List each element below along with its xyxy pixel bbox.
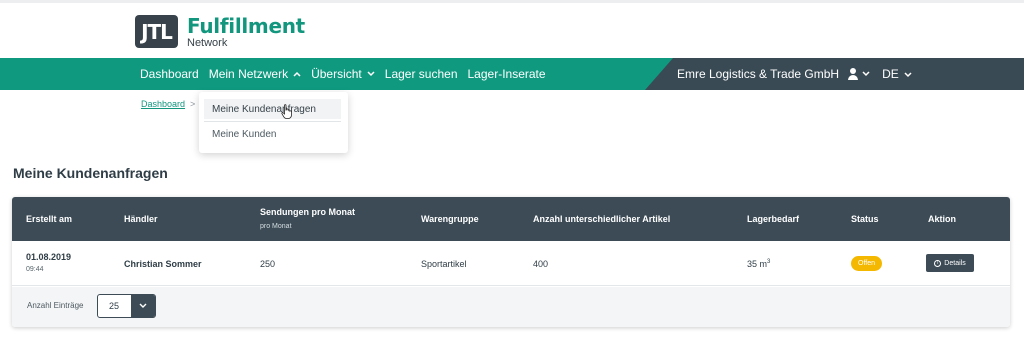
nav-item-mein-netzwerk[interactable]: Mein Netzwerk (209, 67, 301, 81)
column-header-shipments: Sendungen pro Monat (260, 207, 355, 217)
cell-shipments: 250 (260, 259, 276, 269)
cell-articles: 400 (533, 259, 549, 269)
column-header-storage: Lagerbedarf (747, 214, 800, 224)
dropdown-item-kunden[interactable]: Meine Kunden (204, 124, 341, 144)
brand-logo[interactable]: JTL Fulfillment Network (135, 15, 305, 49)
nav-item-label: Dashboard (140, 67, 199, 81)
breadcrumb-home[interactable]: Dashboard (141, 99, 185, 109)
details-button-label: Details (944, 259, 966, 267)
jtl-logo-mark: JTL (135, 15, 178, 48)
mein-netzwerk-dropdown: Meine Kundenanfragen Meine Kunden (199, 92, 348, 153)
nav-item-label: Lager suchen (384, 67, 458, 81)
chevron-down-icon[interactable] (904, 67, 912, 81)
user-icon[interactable] (847, 68, 859, 80)
logo-text: Fulfillment Network (187, 15, 305, 49)
nav-item-label: Übersicht (311, 67, 362, 81)
cell-storage: 35 m3 (747, 259, 770, 269)
storage-value: 35 m (747, 259, 768, 269)
dropdown-item-kundenanfragen[interactable]: Meine Kundenanfragen (204, 99, 341, 119)
cell-date: 01.08.2019 (26, 252, 72, 262)
cell-dealer: Christian Sommer (124, 259, 202, 269)
column-header-action: Aktion (928, 214, 956, 224)
company-name[interactable]: Emre Logistics & Trade GmbH (677, 67, 839, 81)
table-header: Erstellt am Händler Sendungen pro Monat … (12, 197, 1010, 241)
breadcrumb: Dashboard > M (141, 99, 208, 109)
nav-item-lager-inserate[interactable]: Lager-Inserate (468, 67, 546, 81)
column-header-category: Warengruppe (421, 214, 479, 224)
nav-item-dashboard[interactable]: Dashboard (140, 67, 199, 81)
column-header-shipments-sub: pro Monat (260, 223, 292, 230)
account-nav: Emre Logistics & Trade GmbH DE (677, 58, 912, 90)
info-icon: i (934, 259, 942, 267)
column-header-articles: Anzahl unterschiedlicher Artikel (533, 214, 671, 224)
details-button[interactable]: i Details (926, 254, 974, 272)
cell-time: 09:44 (26, 266, 44, 273)
logo-subtitle: Network (187, 37, 228, 49)
nav-item-lager-suchen[interactable]: Lager suchen (385, 67, 458, 81)
entries-label: Anzahl Einträge (27, 301, 84, 310)
status-badge: Offen (851, 256, 882, 271)
logo-title: Fulfillment (187, 14, 305, 38)
breadcrumb-separator: > (190, 99, 196, 109)
language-selector[interactable]: DE (882, 67, 899, 81)
hand-cursor-icon (281, 104, 293, 124)
chevron-down-icon[interactable] (131, 295, 155, 317)
column-header-created: Erstellt am (26, 214, 73, 224)
dropdown-divider (204, 121, 341, 122)
entries-per-page-value: 25 (109, 301, 120, 311)
requests-table-card: Erstellt am Händler Sendungen pro Monat … (12, 197, 1010, 327)
nav-item-label: Mein Netzwerk (208, 67, 289, 81)
entries-per-page-select[interactable]: 25 (97, 294, 156, 318)
chevron-up-icon (293, 69, 301, 79)
cell-category: Sportartikel (421, 259, 467, 269)
column-header-dealer: Händler (124, 214, 158, 224)
storage-unit-superscript: 3 (767, 259, 771, 265)
top-border (0, 0, 1024, 3)
nav-item-label: Lager-Inserate (467, 67, 546, 81)
table-footer: Anzahl Einträge 25 (12, 287, 1010, 327)
page-title: Meine Kundenanfragen (13, 165, 168, 181)
table-row[interactable]: 01.08.2019 09:44 Christian Sommer 250 Sp… (12, 241, 1010, 286)
nav-item-uebersicht[interactable]: Übersicht (311, 67, 375, 81)
column-header-status: Status (851, 214, 879, 224)
chevron-down-icon (367, 69, 375, 79)
nav-menu: Dashboard Mein Netzwerk Übersicht Lager … (140, 58, 556, 90)
chevron-down-icon[interactable] (862, 69, 870, 79)
